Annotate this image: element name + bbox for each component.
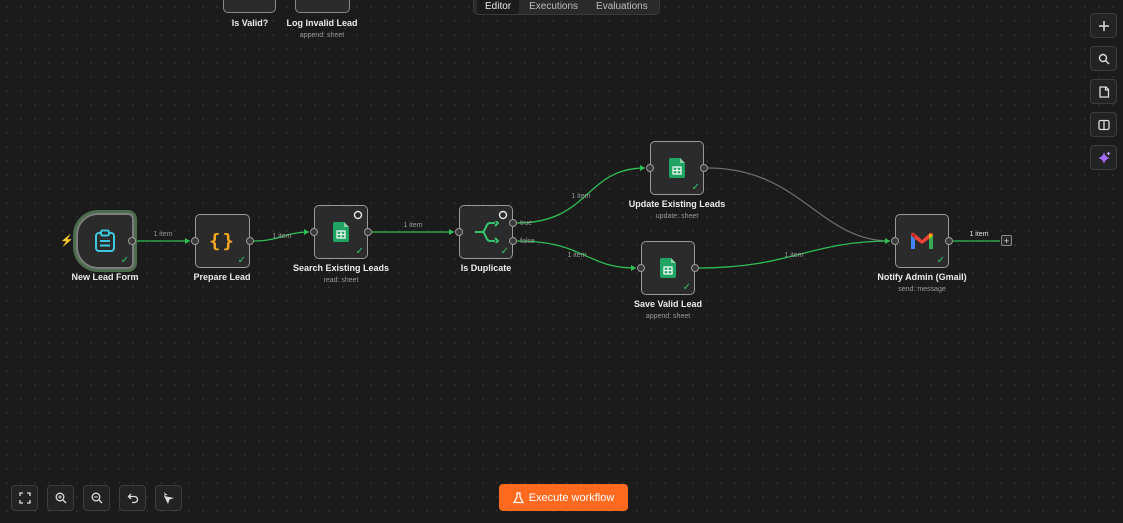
success-check-icon: ✓ bbox=[120, 255, 129, 266]
google-sheets-icon bbox=[333, 222, 349, 242]
input-handle[interactable] bbox=[455, 228, 463, 236]
connection-count-label: 1 item bbox=[571, 193, 590, 200]
if-branch-icon bbox=[475, 221, 499, 243]
panel-toggle-icon bbox=[1097, 119, 1110, 130]
success-check-icon: ✓ bbox=[682, 282, 691, 293]
google-sheets-icon bbox=[660, 258, 676, 278]
output-handle[interactable] bbox=[691, 264, 699, 272]
trigger-bolt-icon: ⚡ bbox=[60, 235, 74, 247]
success-check-icon: ✓ bbox=[355, 246, 364, 257]
refresh-icon bbox=[353, 210, 363, 220]
wire-update-to-notify[interactable] bbox=[707, 167, 891, 242]
node-subtitle-notify-admin: send: message bbox=[898, 286, 946, 293]
tab-executions[interactable]: Executions bbox=[521, 0, 586, 14]
code-braces-icon: {} bbox=[209, 230, 236, 252]
connection-count-label: 1 item bbox=[272, 233, 291, 240]
output-handle[interactable] bbox=[128, 237, 136, 245]
flask-icon bbox=[512, 491, 524, 503]
connection-count-label: 1 item bbox=[567, 252, 586, 259]
connection-count-label: 1 item bbox=[784, 252, 803, 259]
node-title-prepare-lead: Prepare Lead bbox=[193, 272, 251, 282]
node-new-lead-form[interactable]: ✓ bbox=[76, 213, 134, 269]
node-update-existing-leads[interactable]: ✓ bbox=[650, 141, 704, 195]
node-log-invalid-lead[interactable] bbox=[295, 0, 350, 13]
connection-count-label: 1 item bbox=[153, 231, 172, 238]
node-title-new-lead-form: New Lead Form bbox=[71, 272, 139, 282]
search-icon bbox=[1098, 53, 1109, 64]
refresh-icon bbox=[498, 210, 508, 220]
output-handle[interactable] bbox=[364, 228, 372, 236]
node-is-duplicate[interactable]: ✓ bbox=[459, 205, 513, 259]
fit-view-button[interactable] bbox=[11, 485, 38, 511]
input-handle[interactable] bbox=[891, 237, 899, 245]
connections-layer: 1 item 1 item 1 item 1 item 1 item 1 ite… bbox=[136, 165, 1000, 271]
success-check-icon: ✓ bbox=[500, 246, 509, 257]
node-title-update-existing-leads: Update Existing Leads bbox=[628, 199, 726, 209]
undo-icon bbox=[127, 493, 138, 504]
execute-workflow-button[interactable]: Execute workflow bbox=[499, 484, 628, 511]
connection-count-label: 1 item bbox=[969, 231, 988, 238]
tab-editor[interactable]: Editor bbox=[477, 0, 520, 14]
add-node-button[interactable] bbox=[1090, 13, 1117, 38]
false-output-handle[interactable] bbox=[509, 237, 517, 245]
clipboard-icon bbox=[95, 229, 115, 252]
node-title-save-valid-lead: Save Valid Lead bbox=[633, 299, 703, 309]
ai-sparkle-icon bbox=[1097, 151, 1110, 164]
output-handle[interactable] bbox=[246, 237, 254, 245]
node-subtitle-log-invalid-lead: append: sheet bbox=[299, 32, 345, 39]
success-check-icon: ✓ bbox=[691, 182, 700, 193]
true-branch-label: true bbox=[520, 220, 532, 227]
google-sheets-icon bbox=[669, 158, 685, 178]
ai-assistant-button[interactable] bbox=[1090, 145, 1117, 170]
node-title-search-existing-leads: Search Existing Leads bbox=[292, 263, 390, 273]
node-title-notify-admin: Notify Admin (Gmail) bbox=[877, 272, 967, 282]
success-check-icon: ✓ bbox=[237, 255, 246, 266]
output-handle[interactable] bbox=[700, 164, 708, 172]
node-search-existing-leads[interactable]: ✓ bbox=[314, 205, 368, 259]
false-branch-label: false bbox=[520, 238, 535, 245]
node-notify-admin-gmail[interactable]: ✓ bbox=[895, 214, 949, 268]
zoom-out-button[interactable] bbox=[83, 485, 110, 511]
node-subtitle-save-valid-lead: append: sheet bbox=[645, 313, 691, 320]
execute-workflow-label: Execute workflow bbox=[528, 491, 615, 504]
true-output-handle[interactable] bbox=[509, 219, 517, 227]
view-tabs: Editor Executions Evaluations bbox=[473, 0, 660, 15]
search-button[interactable] bbox=[1090, 46, 1117, 71]
output-handle[interactable] bbox=[945, 237, 953, 245]
node-is-valid[interactable] bbox=[223, 0, 276, 13]
tidy-up-button[interactable] bbox=[155, 485, 182, 511]
node-subtitle-search-existing-leads: read: sheet bbox=[323, 277, 359, 284]
node-prepare-lead[interactable]: {} ✓ bbox=[195, 214, 250, 268]
add-node-icon bbox=[1098, 20, 1109, 31]
input-handle[interactable] bbox=[637, 264, 645, 272]
input-handle[interactable] bbox=[310, 228, 318, 236]
add-next-node-icon[interactable]: + bbox=[1001, 235, 1012, 246]
undo-button[interactable] bbox=[119, 485, 146, 511]
zoom-out-icon bbox=[91, 492, 102, 504]
tidy-up-icon bbox=[164, 491, 174, 504]
sticky-note-icon bbox=[1098, 85, 1109, 98]
gmail-icon bbox=[911, 232, 933, 249]
node-save-valid-lead[interactable]: ✓ bbox=[641, 241, 695, 295]
success-check-icon: ✓ bbox=[936, 255, 945, 266]
node-title-log-invalid-lead: Log Invalid Lead bbox=[286, 18, 358, 28]
zoom-in-button[interactable] bbox=[47, 485, 74, 511]
input-handle[interactable] bbox=[646, 164, 654, 172]
sticky-note-button[interactable] bbox=[1090, 79, 1117, 104]
panel-toggle-button[interactable] bbox=[1090, 112, 1117, 137]
node-title-is-duplicate: Is Duplicate bbox=[460, 263, 512, 273]
node-subtitle-update-existing-leads: update: sheet bbox=[655, 213, 699, 220]
zoom-in-icon bbox=[55, 492, 66, 504]
node-title-is-valid: Is Valid? bbox=[231, 18, 269, 28]
input-handle[interactable] bbox=[191, 237, 199, 245]
fit-view-icon bbox=[18, 492, 31, 504]
connection-count-label: 1 item bbox=[403, 222, 422, 229]
tab-evaluations[interactable]: Evaluations bbox=[588, 0, 656, 14]
